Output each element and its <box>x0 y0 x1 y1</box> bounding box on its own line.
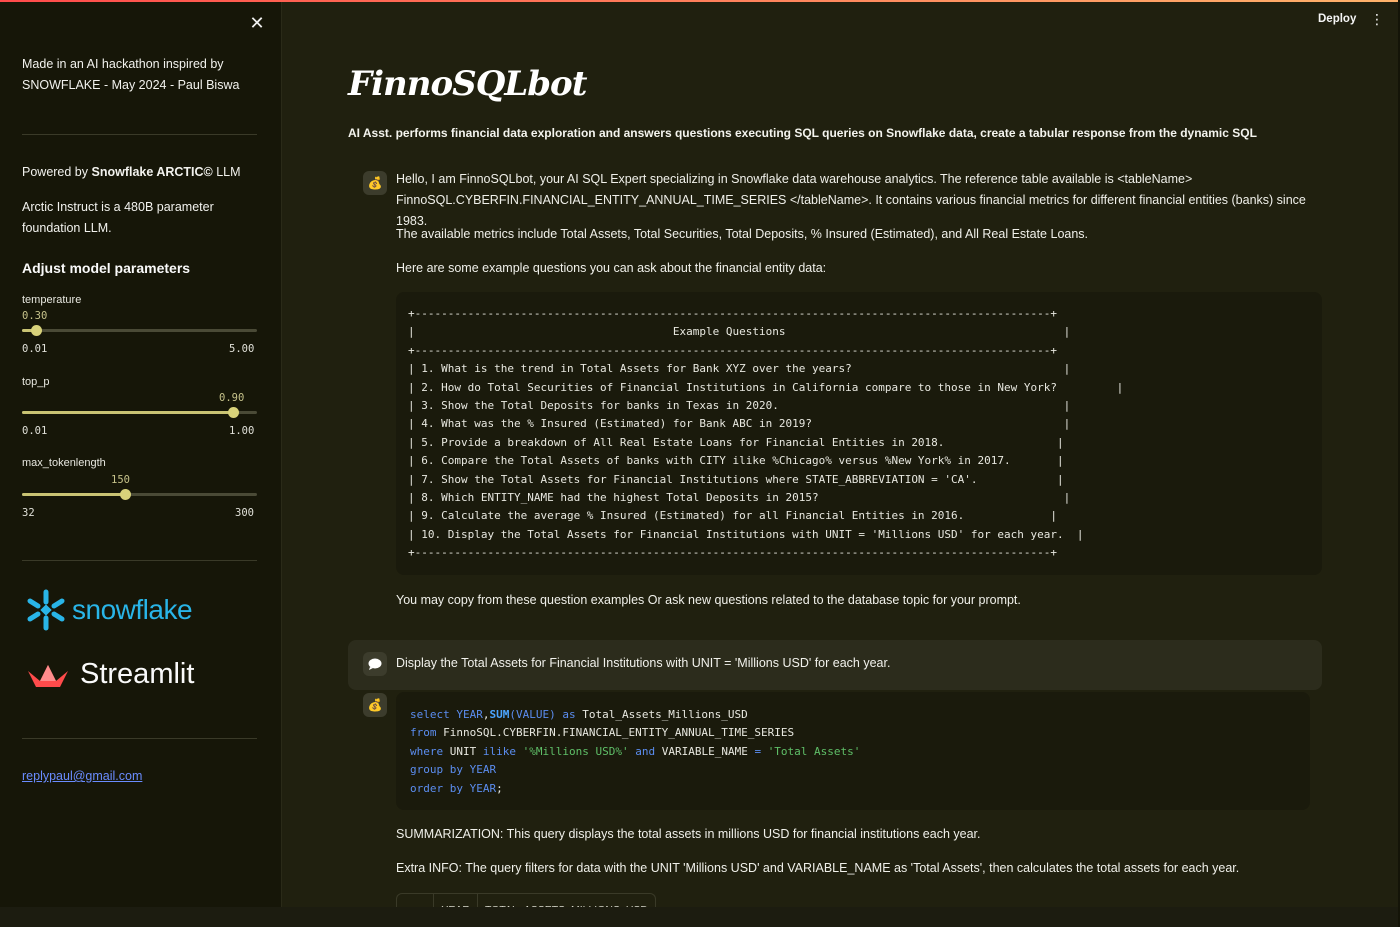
snowflake-icon <box>27 589 65 631</box>
copy-hint: You may copy from these question example… <box>396 593 1021 607</box>
temperature-value: 0.30 <box>22 310 48 322</box>
powered-by-suffix: LLM <box>212 165 241 179</box>
sql-token: select <box>410 708 457 721</box>
sql-token: and <box>628 744 662 758</box>
sql-token: group by YEAR <box>410 763 497 777</box>
temperature-min: 0.01 <box>22 343 48 355</box>
user-question: Display the Total Assets for Financial I… <box>396 656 891 670</box>
deploy-button[interactable]: Deploy <box>1318 13 1356 25</box>
streamlit-logo: Streamlit <box>26 658 194 691</box>
max-tokenlength-value: 150 <box>111 474 130 486</box>
sidebar-divider <box>22 560 257 561</box>
metrics-text: The available metrics include Total Asse… <box>396 227 1089 241</box>
max-tokenlength-slider[interactable] <box>22 489 257 500</box>
bottom-bar <box>0 907 1400 927</box>
sql-token: ; <box>496 781 503 795</box>
close-sidebar-icon[interactable]: ✕ <box>248 14 266 32</box>
max-tokenlength-label: max_tokenlength <box>22 457 106 469</box>
temperature-slider-thumb[interactable] <box>31 325 42 336</box>
examples-intro: Here are some example questions you can … <box>396 261 827 275</box>
assistant-avatar: 💰 <box>363 171 387 195</box>
max-tokenlength-slider-thumb[interactable] <box>120 489 131 500</box>
powered-by-bold: Snowflake ARCTIC© <box>91 165 213 179</box>
sql-token: ilike <box>482 744 523 758</box>
temperature-max: 5.00 <box>229 343 255 355</box>
sql-line: from FinnoSQL.CYBERFIN.FINANCIAL_ENTITY_… <box>410 724 1310 742</box>
sql-line: select YEAR,SUM(VALUE) as Total_Assets_M… <box>410 706 1310 724</box>
powered-by-text: Powered by Snowflake ARCTIC© LLM <box>22 162 262 183</box>
snowflake-wordmark: snowflake <box>72 594 193 625</box>
page-subtitle: AI Asst. performs financial data explora… <box>348 126 1257 140</box>
sql-token: VARIABLE_NAME <box>661 744 755 758</box>
params-heading: Adjust model parameters <box>22 260 191 276</box>
top-p-slider-thumb[interactable] <box>228 407 239 418</box>
sql-line: where UNIT ilike '%Millions USD%' and VA… <box>410 743 1310 761</box>
sql-line: group by YEAR <box>410 761 1310 779</box>
top-p-slider[interactable] <box>22 407 257 418</box>
summarization-text: SUMMARIZATION: This query displays the t… <box>396 827 981 841</box>
top-p-slider-fill <box>22 411 233 414</box>
sql-token: from <box>410 726 444 740</box>
arctic-description: Arctic Instruct is a 480B parameter foun… <box>22 200 214 235</box>
chat-bubble-icon <box>368 658 382 670</box>
money-bag-icon: 💰 <box>367 698 383 712</box>
assistant-avatar: 💰 <box>363 693 387 717</box>
powered-by-prefix: Powered by <box>22 165 92 179</box>
email-link[interactable]: replypaul@gmail.com <box>22 769 142 783</box>
sql-token: 'Total Assets' <box>767 744 861 758</box>
sql-token: order by YEAR <box>410 781 497 795</box>
page-title: FinnoSQLbot <box>348 64 587 104</box>
sidebar-intro: Made in an AI hackathon inspired by SNOW… <box>22 57 240 92</box>
sql-token: = <box>754 744 768 758</box>
top-p-value: 0.90 <box>219 392 245 404</box>
top-p-label: top_p <box>22 376 50 388</box>
streamlit-crown-icon <box>28 664 68 687</box>
sql-token: UNIT <box>449 744 483 758</box>
money-bag-icon: 💰 <box>367 176 383 190</box>
streamlit-wordmark: Streamlit <box>80 658 195 690</box>
sql-line: order by YEAR; <box>410 780 1310 798</box>
assistant-intro: Hello, I am FinnoSQLbot, your AI SQL Exp… <box>396 172 1306 228</box>
temperature-slider[interactable] <box>22 325 257 336</box>
sql-code-block: select YEAR,SUM(VALUE) as Total_Assets_M… <box>396 692 1310 810</box>
example-questions-code-block: +---------------------------------------… <box>396 292 1322 575</box>
sidebar-divider <box>22 738 257 739</box>
sql-token: SUM <box>489 708 510 721</box>
sql-token: FinnoSQL.CYBERFIN.FINANCIAL_ENTITY_ANNUA… <box>443 726 795 740</box>
max-tokenlength-slider-fill <box>22 493 125 496</box>
snowflake-logo: snowflake <box>24 588 193 632</box>
sql-token: where <box>410 744 450 758</box>
top-p-max: 1.00 <box>229 425 255 437</box>
user-avatar <box>363 652 387 676</box>
sql-token: YEAR <box>456 708 483 721</box>
max-tokenlength-min: 32 <box>22 507 35 519</box>
max-tokenlength-max: 300 <box>235 507 254 519</box>
top-p-min: 0.01 <box>22 425 48 437</box>
sql-token: (VALUE) <box>509 708 556 721</box>
sql-token: as <box>555 708 583 721</box>
sql-token: '%Millions USD%' <box>522 744 629 758</box>
temperature-label: temperature <box>22 294 82 306</box>
sidebar: ✕ Made in an AI hackathon inspired by SN… <box>0 2 282 907</box>
sql-token: Total_Assets_Millions_USD <box>582 708 748 721</box>
sidebar-divider <box>22 134 257 135</box>
extra-info-text: Extra INFO: The query filters for data w… <box>396 861 1240 875</box>
main-menu-icon[interactable]: ⋮ <box>1370 12 1384 26</box>
